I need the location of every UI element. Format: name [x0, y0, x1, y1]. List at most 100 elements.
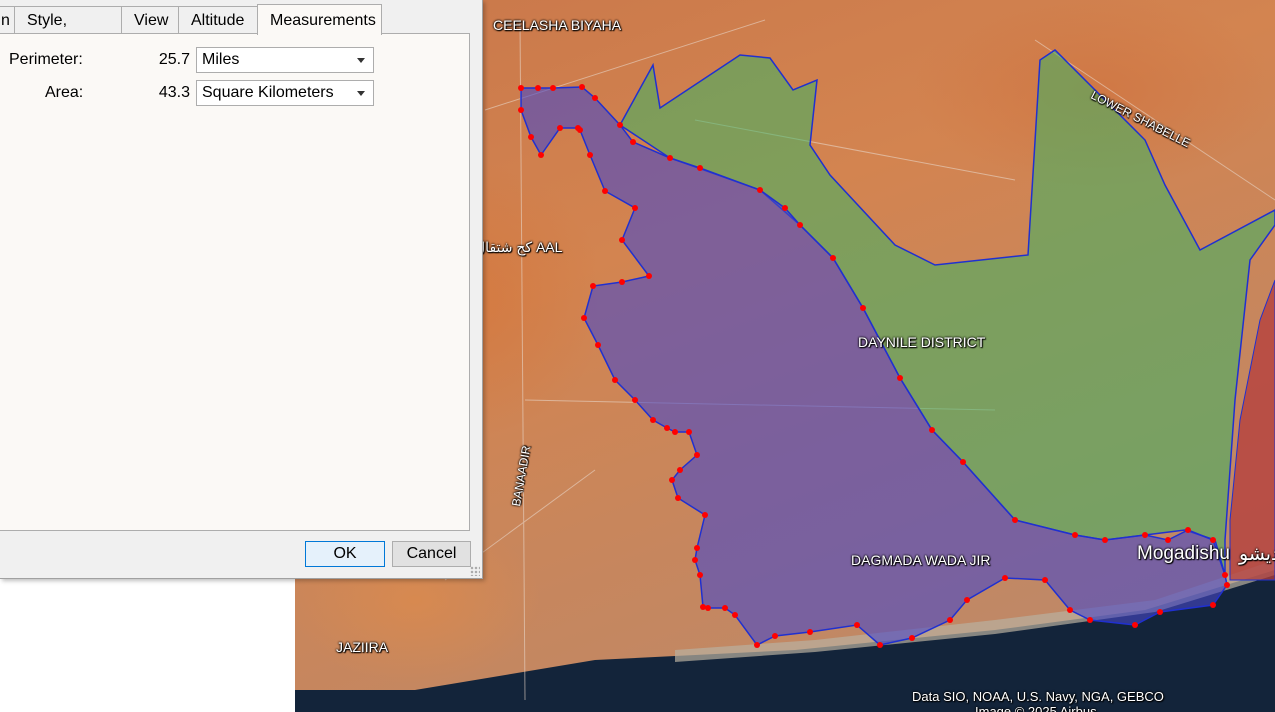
polygon-vertex[interactable] — [757, 187, 763, 193]
polygon-vertex[interactable] — [960, 459, 966, 465]
ok-button[interactable]: OK — [305, 541, 385, 567]
polygon-vertex[interactable] — [550, 85, 556, 91]
polygon-vertex[interactable] — [630, 139, 636, 145]
polygon-vertex[interactable] — [694, 452, 700, 458]
polygon-vertex[interactable] — [617, 122, 623, 128]
polygon-vertex[interactable] — [1067, 607, 1073, 613]
polygon-vertex[interactable] — [697, 572, 703, 578]
resize-grip-icon[interactable] — [470, 566, 480, 576]
area-unit-select[interactable]: Square Kilometers — [196, 80, 374, 106]
polygon-vertex[interactable] — [528, 134, 534, 140]
polygon-vertex[interactable] — [535, 85, 541, 91]
polygon-vertex[interactable] — [1142, 532, 1148, 538]
polygon-vertex[interactable] — [650, 417, 656, 423]
polygon-vertex[interactable] — [705, 605, 711, 611]
area-label: Area: — [45, 84, 84, 101]
polygon-vertex[interactable] — [1222, 572, 1228, 578]
map-image-credit: Image © 2025 Airbus — [975, 704, 1097, 712]
polygon-vertex[interactable] — [664, 425, 670, 431]
polygon-vertex[interactable] — [587, 152, 593, 158]
polygon-vertex[interactable] — [595, 342, 601, 348]
polygon-vertex[interactable] — [677, 467, 683, 473]
map-attribution: Data SIO, NOAA, U.S. Navy, NGA, GEBCO — [912, 689, 1164, 704]
polygon-vertex[interactable] — [877, 642, 883, 648]
tab-altitude[interactable]: Altitude — [178, 6, 258, 33]
area-value: 43.3 — [158, 84, 190, 101]
polygon-vertex[interactable] — [1087, 617, 1093, 623]
polygon-vertex[interactable] — [619, 279, 625, 285]
tab-measurements[interactable]: Measurements — [257, 4, 382, 35]
map-label-ceelasha: CEELASHA BIYAHA — [493, 17, 622, 33]
polygon-vertex[interactable] — [1012, 517, 1018, 523]
polygon-vertex[interactable] — [612, 377, 618, 383]
polygon-vertex[interactable] — [732, 612, 738, 618]
polygon-vertex[interactable] — [1210, 602, 1216, 608]
polygon-vertex[interactable] — [854, 622, 860, 628]
properties-dialog: n Style, Color View Altitude Measurement… — [0, 0, 483, 579]
polygon-vertex[interactable] — [702, 512, 708, 518]
polygon-vertex[interactable] — [632, 205, 638, 211]
map-label-jaziira: JAZIIRA — [336, 639, 389, 655]
polygon-vertex[interactable] — [947, 617, 953, 623]
perimeter-value: 25.7 — [158, 51, 190, 68]
perimeter-label: Perimeter: — [9, 51, 83, 68]
polygon-vertex[interactable] — [897, 375, 903, 381]
chevron-down-icon — [357, 58, 365, 63]
map-label-mogadishu-ar: مقديشو — [1239, 544, 1275, 565]
polygon-vertex[interactable] — [646, 273, 652, 279]
map-label-dagmada: DAGMADA WADA JIR — [851, 552, 991, 568]
polygon-vertex[interactable] — [632, 397, 638, 403]
polygon-vertex[interactable] — [929, 427, 935, 433]
polygon-vertex[interactable] — [619, 237, 625, 243]
tab-strip: n Style, Color View Altitude Measurement… — [0, 4, 482, 56]
polygon-vertex[interactable] — [1102, 537, 1108, 543]
polygon-vertex[interactable] — [579, 84, 585, 90]
tab-style-color[interactable]: Style, Color — [14, 6, 122, 56]
tab-description[interactable]: n — [0, 6, 15, 33]
polygon-vertex[interactable] — [694, 545, 700, 551]
polygon-vertex[interactable] — [581, 315, 587, 321]
polygon-vertex[interactable] — [1224, 582, 1230, 588]
polygon-vertex[interactable] — [686, 429, 692, 435]
polygon-vertex[interactable] — [575, 125, 581, 131]
area-unit-value: Square Kilometers — [202, 84, 334, 101]
polygon-vertex[interactable] — [772, 633, 778, 639]
polygon-vertex[interactable] — [754, 642, 760, 648]
perimeter-unit-value: Miles — [202, 51, 240, 68]
polygon-vertex[interactable] — [1072, 532, 1078, 538]
polygon-vertex[interactable] — [722, 605, 728, 611]
polygon-vertex[interactable] — [672, 429, 678, 435]
polygon-vertex[interactable] — [667, 155, 673, 161]
polygon-vertex[interactable] — [557, 125, 563, 131]
polygon-vertex[interactable] — [697, 165, 703, 171]
polygon-vertex[interactable] — [797, 222, 803, 228]
polygon-vertex[interactable] — [590, 283, 596, 289]
perimeter-unit-select[interactable]: Miles — [196, 47, 374, 73]
map-label-kah-shiikaal: كح شتقال AAL — [475, 239, 563, 255]
polygon-vertex[interactable] — [592, 95, 598, 101]
cancel-button[interactable]: Cancel — [392, 541, 471, 567]
polygon-vertex[interactable] — [692, 557, 698, 563]
polygon-vertex[interactable] — [782, 205, 788, 211]
polygon-vertex[interactable] — [830, 255, 836, 261]
polygon-vertex[interactable] — [1132, 622, 1138, 628]
polygon-vertex[interactable] — [1185, 527, 1191, 533]
polygon-vertex[interactable] — [1002, 575, 1008, 581]
polygon-vertex[interactable] — [700, 604, 706, 610]
polygon-vertex[interactable] — [909, 635, 915, 641]
chevron-down-icon — [357, 91, 365, 96]
polygon-vertex[interactable] — [807, 629, 813, 635]
tab-view[interactable]: View — [121, 6, 179, 33]
polygon-vertex[interactable] — [602, 188, 608, 194]
polygon-vertex[interactable] — [675, 495, 681, 501]
polygon-vertex[interactable] — [860, 305, 866, 311]
measurements-panel: Perimeter: 25.7 Miles Area: 43.3 Square … — [0, 33, 470, 531]
polygon-vertex[interactable] — [538, 152, 544, 158]
polygon-vertex[interactable] — [518, 107, 524, 113]
polygon-vertex[interactable] — [964, 597, 970, 603]
polygon-vertex[interactable] — [1042, 577, 1048, 583]
polygon-vertex[interactable] — [1157, 609, 1163, 615]
polygon-vertex[interactable] — [669, 477, 675, 483]
polygon-vertex[interactable] — [518, 85, 524, 91]
map-label-mogadishu: Mogadishu — [1137, 543, 1230, 564]
